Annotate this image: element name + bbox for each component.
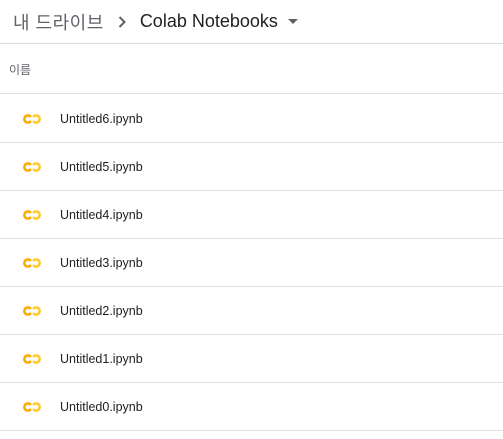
file-row[interactable]: Untitled4.ipynb	[0, 191, 503, 239]
current-folder-label: Colab Notebooks	[139, 11, 278, 31]
colab-icon	[23, 352, 41, 364]
chevron-right-icon	[104, 15, 140, 29]
file-row[interactable]: Untitled2.ipynb	[0, 287, 503, 335]
file-row[interactable]: Untitled1.ipynb	[0, 335, 503, 383]
file-row[interactable]: Untitled0.ipynb	[0, 383, 503, 431]
file-name: Untitled2.ipynb	[60, 303, 143, 318]
file-name: Untitled1.ipynb	[60, 351, 143, 366]
colab-icon	[23, 208, 41, 220]
colab-icon	[23, 256, 41, 268]
colab-icon	[23, 400, 41, 412]
file-name: Untitled3.ipynb	[60, 255, 143, 270]
breadcrumb-my-drive[interactable]: 내 드라이브	[13, 5, 104, 39]
file-row[interactable]: Untitled5.ipynb	[0, 143, 503, 191]
file-list: Untitled6.ipynb Untitled5.ipynb Untitled…	[0, 95, 503, 431]
breadcrumb: 내 드라이브 Colab Notebooks	[0, 0, 503, 44]
file-row[interactable]: Untitled3.ipynb	[0, 239, 503, 287]
file-name: Untitled4.ipynb	[60, 207, 143, 222]
colab-icon	[23, 112, 41, 124]
list-header: 이름	[0, 45, 503, 94]
column-header-name[interactable]: 이름	[9, 61, 31, 78]
file-name: Untitled0.ipynb	[60, 399, 143, 414]
file-name: Untitled5.ipynb	[60, 159, 143, 174]
colab-icon	[23, 304, 41, 316]
caret-down-icon	[287, 18, 298, 25]
breadcrumb-current-folder[interactable]: Colab Notebooks	[140, 11, 298, 32]
file-name: Untitled6.ipynb	[60, 111, 143, 126]
file-row[interactable]: Untitled6.ipynb	[0, 95, 503, 143]
colab-icon	[23, 160, 41, 172]
